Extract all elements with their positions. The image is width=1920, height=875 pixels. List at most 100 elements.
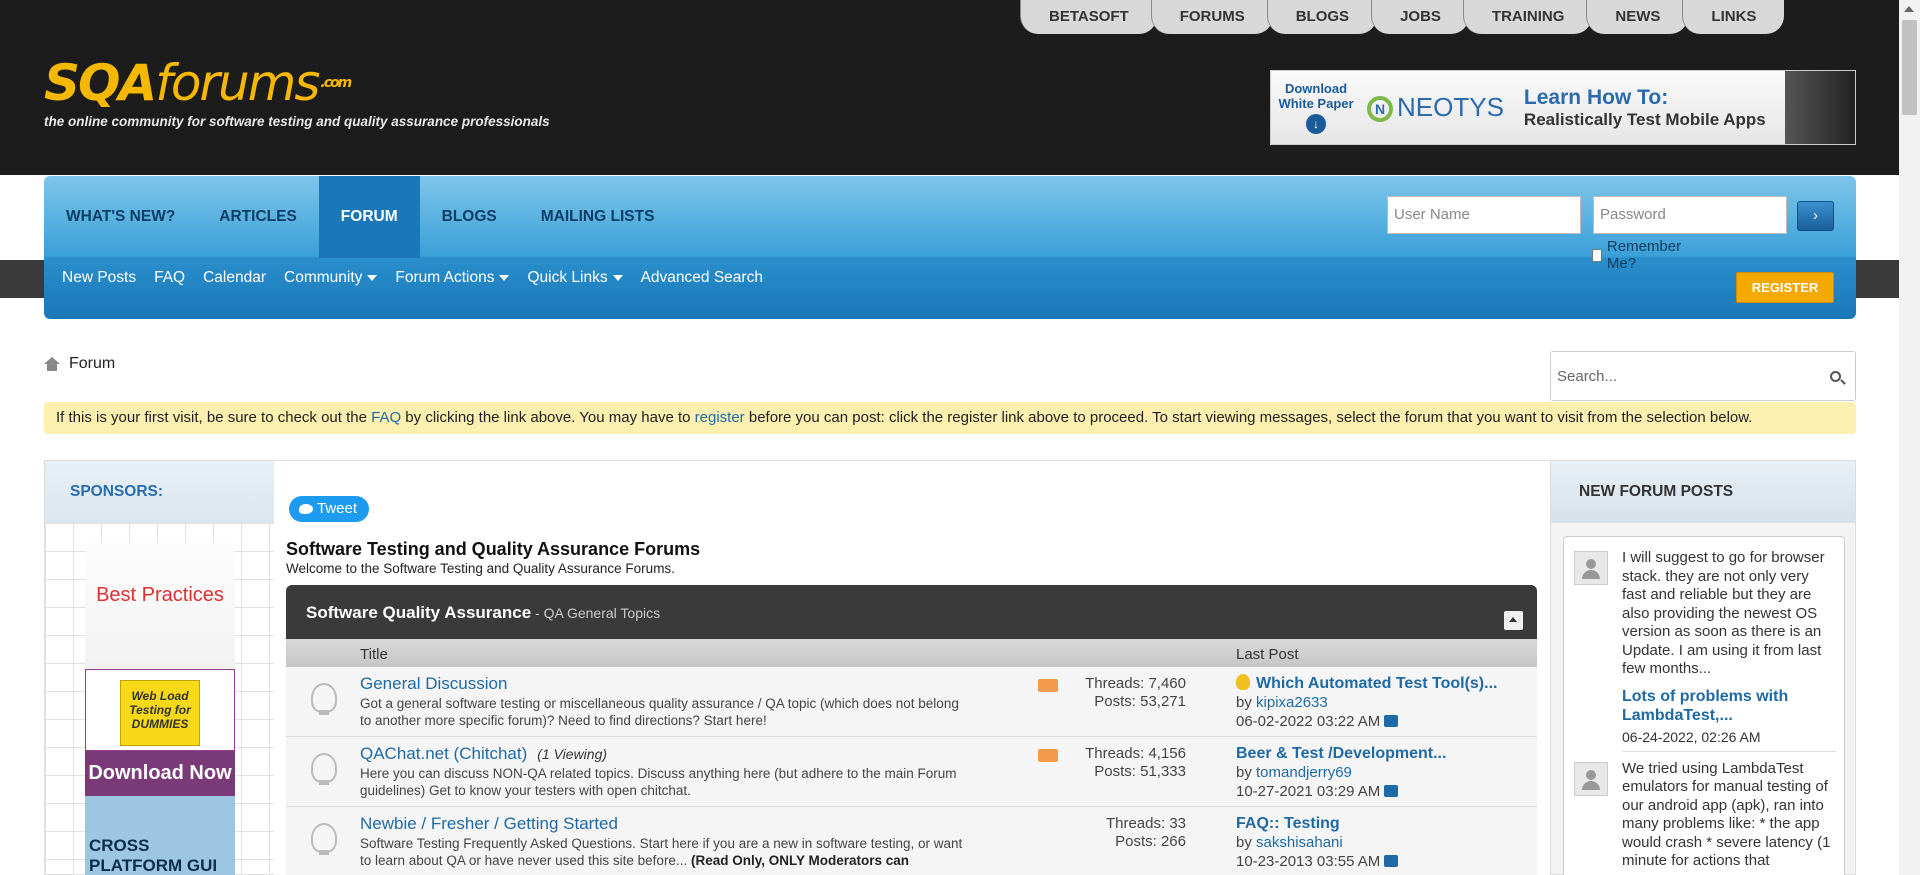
tab-forum[interactable]: FORUM: [318, 176, 420, 258]
post-date: 06-24-2022, 02:26 AM: [1622, 729, 1836, 752]
forum-status-icon: [311, 823, 337, 855]
new-forum-posts-sidebar: NEW FORUM POSTS I will suggest to go for…: [1550, 460, 1856, 875]
last-post-user[interactable]: tomandjerry69: [1256, 764, 1352, 781]
list-item: I will suggest to go for browser stack. …: [1572, 549, 1836, 752]
forum-stats: Threads: 4,156 Posts: 51,333: [1085, 745, 1186, 780]
column-last-post: Last Post: [1236, 646, 1299, 663]
main-navbar: WHAT'S NEW? ARTICLES FORUM BLOGS MAILING…: [44, 176, 1856, 319]
home-icon[interactable]: [44, 357, 60, 371]
password-field[interactable]: Password: [1593, 196, 1787, 234]
go-to-post-icon[interactable]: [1384, 855, 1399, 867]
forum-description: Got a general software testing or miscel…: [360, 696, 959, 728]
viewing-count: (1 Viewing): [537, 746, 608, 762]
post-excerpt: We tried using LambdaTest emulators for …: [1622, 759, 1831, 870]
subnav-forum-actions[interactable]: Forum Actions: [395, 269, 510, 287]
forum-title-link[interactable]: QAChat.net (Chitchat): [360, 744, 527, 763]
avatar[interactable]: [1574, 761, 1608, 796]
last-post-user[interactable]: sakshisahani: [1256, 834, 1343, 851]
site-logo[interactable]: SQAforums .com the online community for s…: [44, 58, 550, 129]
forum-title: QAChat.net (Chitchat) (1 Viewing): [360, 744, 607, 764]
first-visit-notice: If this is your first visit, be sure to …: [44, 402, 1856, 434]
forum-row: General Discussion Got a general softwar…: [286, 667, 1537, 737]
forum-row: QAChat.net (Chitchat) (1 Viewing) Here yo…: [286, 737, 1537, 807]
sponsor-best-practices[interactable]: Best Practices: [85, 543, 235, 669]
list-item: We tried using LambdaTest emulators for …: [1572, 760, 1836, 871]
forum-title-link[interactable]: Newbie / Fresher / Getting Started: [360, 814, 618, 834]
login-submit-button[interactable]: ›: [1797, 201, 1834, 231]
remember-me-checkbox[interactable]: [1592, 248, 1602, 262]
post-thread-link[interactable]: Lots of problems with LambdaTest,...: [1622, 687, 1836, 725]
post-excerpt: I will suggest to go for browser stack. …: [1622, 549, 1825, 677]
rss-icon[interactable]: [1038, 679, 1058, 692]
chevron-down-icon: [499, 274, 510, 281]
neotys-banner-ad[interactable]: Download White Paper ↓ N NEOTYS Learn How…: [1270, 70, 1856, 145]
forum-main: Tweet Software Testing and Quality Assur…: [274, 460, 1550, 875]
last-post: Beer & Test /Development... by tomandjer…: [1236, 745, 1447, 800]
sponsors-title: SPONSORS:: [45, 461, 274, 523]
ad-headline: Learn How To: Realistically Test Mobile …: [1523, 85, 1766, 129]
last-post: Which Automated Test Tool(s)... by kipix…: [1236, 674, 1498, 730]
last-post-title[interactable]: FAQ:: Testing: [1236, 815, 1340, 832]
last-post-date: 10-23-2013 03:55 AM: [1236, 853, 1381, 870]
scroll-up-icon[interactable]: [1904, 6, 1914, 12]
subnav-faq[interactable]: FAQ: [154, 269, 185, 287]
top-tab-forums[interactable]: FORUMS: [1150, 0, 1273, 34]
tab-mailing-lists[interactable]: MAILING LISTS: [519, 176, 677, 258]
forum-status-icon: [311, 683, 337, 715]
forum-row: Newbie / Fresher / Getting Started Softw…: [286, 807, 1537, 875]
subnav-advanced-search[interactable]: Advanced Search: [641, 269, 763, 287]
site-tagline: the online community for software testin…: [44, 114, 550, 129]
go-to-post-icon[interactable]: [1384, 785, 1399, 797]
forum-title-link[interactable]: General Discussion: [360, 674, 507, 694]
category-link[interactable]: Software Quality Assurance: [306, 603, 531, 622]
breadcrumb-forum: Forum: [69, 355, 116, 372]
arrow-right-icon: ›: [1813, 207, 1818, 224]
subnav-community[interactable]: Community: [284, 269, 378, 287]
last-post-date: 10-27-2021 03:29 AM: [1236, 783, 1381, 800]
rss-icon[interactable]: [1038, 749, 1058, 762]
register-button[interactable]: REGISTER: [1736, 272, 1834, 303]
chevron-down-icon: [367, 274, 378, 281]
avatar[interactable]: [1574, 551, 1608, 585]
go-to-post-icon[interactable]: [1384, 715, 1399, 727]
top-tabs: BETASOFT FORUMS BLOGS JOBS TRAINING NEWS…: [1020, 0, 1785, 34]
search-input[interactable]: Search...: [1550, 351, 1856, 401]
download-arrow-icon: ↓: [1306, 114, 1326, 134]
username-field[interactable]: User Name: [1387, 196, 1581, 234]
remember-me[interactable]: Remember Me?: [1592, 238, 1684, 272]
search-icon[interactable]: [1830, 371, 1841, 382]
page-title: Software Testing and Quality Assurance F…: [286, 539, 701, 559]
collapse-icon[interactable]: [1504, 611, 1523, 630]
faq-link[interactable]: FAQ: [371, 409, 401, 426]
last-post-title[interactable]: Which Automated Test Tool(s)...: [1256, 675, 1497, 692]
tweet-button[interactable]: Tweet: [289, 496, 370, 522]
top-tab-betasoft[interactable]: BETASOFT: [1020, 0, 1157, 34]
sponsor-download-now[interactable]: Download Now: [85, 751, 235, 796]
last-post-date: 06-02-2022 03:22 AM: [1236, 713, 1381, 730]
subnav-calendar[interactable]: Calendar: [203, 269, 266, 287]
forum-stats: Threads: 33 Posts: 266: [1105, 815, 1186, 850]
column-headers: Title Last Post: [286, 639, 1537, 667]
top-tab-news[interactable]: NEWS: [1586, 0, 1689, 34]
logo-text: SQAforums .com: [44, 54, 352, 112]
top-tab-blogs[interactable]: BLOGS: [1266, 0, 1378, 34]
category-header: Software Quality Assurance - QA General …: [286, 585, 1537, 639]
nav-tabs: WHAT'S NEW? ARTICLES FORUM BLOGS MAILING…: [44, 176, 676, 258]
ad-brand: N NEOTYS: [1367, 92, 1504, 123]
subnav-new-posts[interactable]: New Posts: [62, 269, 136, 287]
register-link[interactable]: register: [695, 409, 745, 426]
sponsor-book[interactable]: Web Load Testing for DUMMIES: [85, 669, 235, 751]
top-tab-training[interactable]: TRAINING: [1462, 0, 1593, 34]
page-scrollbar[interactable]: [1899, 0, 1920, 875]
last-post-title[interactable]: Beer & Test /Development...: [1236, 745, 1446, 762]
top-tab-jobs[interactable]: JOBS: [1371, 0, 1469, 34]
last-post-user[interactable]: kipixa2633: [1256, 694, 1328, 711]
scrollbar-thumb[interactable]: [1902, 20, 1917, 115]
sponsor-cross-platform[interactable]: CROSS PLATFORM GUI TESTING: [85, 796, 235, 875]
top-tab-links[interactable]: LINKS: [1682, 0, 1785, 34]
tab-articles[interactable]: ARTICLES: [197, 176, 319, 258]
tab-whats-new[interactable]: WHAT'S NEW?: [44, 176, 197, 258]
subnav-quick-links[interactable]: Quick Links: [527, 269, 623, 287]
tab-blogs[interactable]: BLOGS: [420, 176, 519, 258]
lightbulb-icon: [1236, 674, 1250, 690]
